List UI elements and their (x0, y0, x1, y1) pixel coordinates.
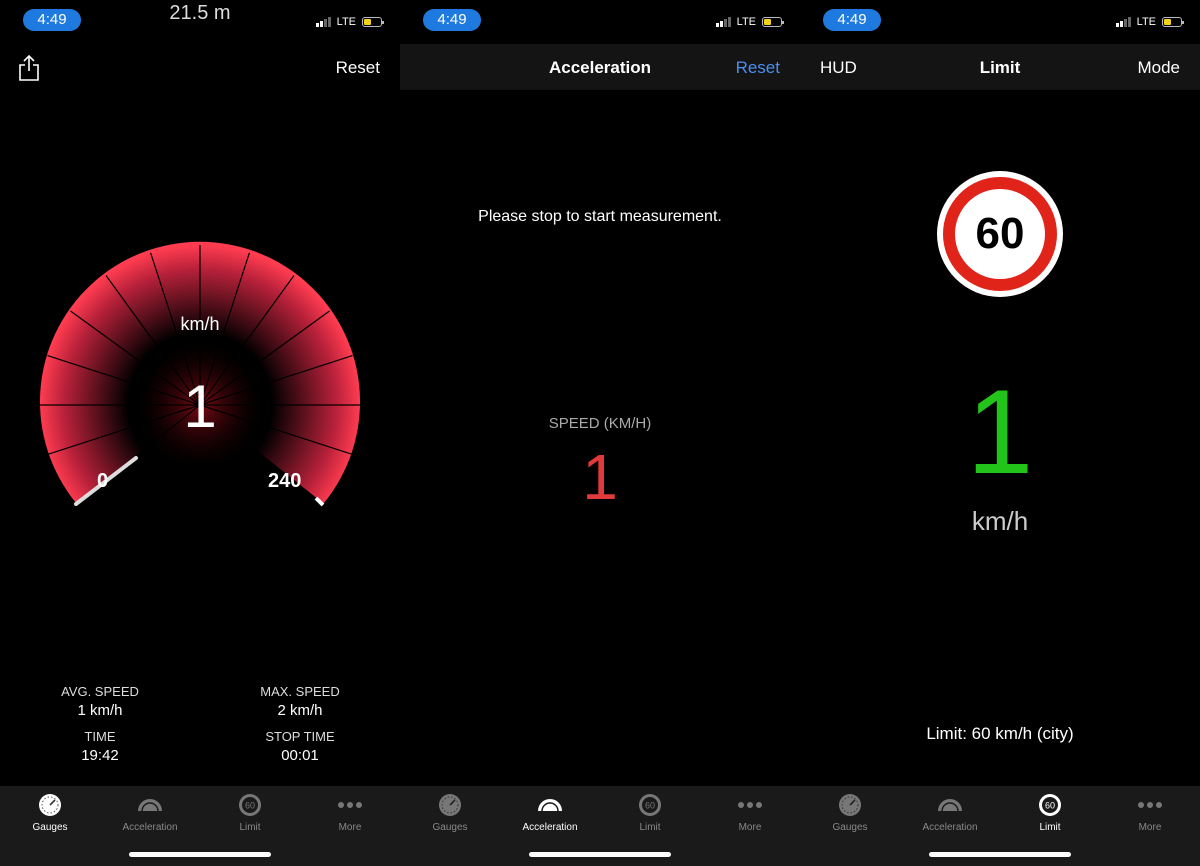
tab-acceleration[interactable]: Acceleration (100, 792, 200, 833)
svg-text:60: 60 (645, 801, 655, 811)
navbar: Reset (0, 44, 400, 90)
home-indicator[interactable] (529, 852, 671, 857)
tab-gauges[interactable]: Gauges (0, 792, 100, 833)
speedometer-icon (439, 794, 461, 816)
gauges-screen: 4:49 LTE 21.5 m Reset km/h 1 0 240 AVG. … (0, 0, 400, 866)
speedometer-icon (839, 794, 861, 816)
signal-icon (1115, 17, 1131, 27)
status-time[interactable]: 4:49 (423, 9, 481, 31)
share-icon[interactable] (18, 54, 40, 82)
time-stat: TIME 19:42 (81, 729, 119, 764)
network-label: LTE (736, 16, 756, 28)
network-label: LTE (1136, 16, 1156, 28)
distance-readout: 21.5 m (169, 2, 231, 24)
tab-gauges[interactable]: Gauges (400, 792, 500, 833)
current-speed: 1 (966, 365, 1034, 499)
tab-limit[interactable]: 60 Limit (1000, 792, 1100, 833)
speed-label: SPEED (KM/H) (548, 415, 652, 432)
avg-speed-stat: AVG. SPEED 1 km/h (61, 684, 139, 719)
speed-unit: km/h (971, 506, 1029, 536)
speed-limit-icon: 60 (1039, 794, 1061, 816)
acceleration-icon (938, 799, 962, 812)
tab-acceleration[interactable]: Acceleration (900, 792, 1000, 833)
reset-button[interactable]: Reset (336, 58, 380, 78)
mode-button[interactable]: Mode (1137, 58, 1180, 78)
home-indicator[interactable] (129, 852, 271, 857)
signal-icon (715, 17, 731, 27)
acceleration-screen: 4:49 LTE Acceleration Reset Please stop … (400, 0, 800, 866)
tab-acceleration[interactable]: Acceleration (500, 792, 600, 833)
status-bar: 4:49 LTE (800, 0, 1200, 44)
tab-limit[interactable]: 60 Limit (200, 792, 300, 833)
speedometer-icon (39, 794, 61, 816)
limit-description: Limit: 60 km/h (city) (926, 724, 1074, 743)
instruction-message: Please stop to start measurement. (478, 208, 722, 225)
svg-text:60: 60 (1045, 801, 1055, 811)
gauge-max-label: 240 (268, 470, 302, 492)
gauge-unit: km/h (180, 314, 220, 334)
speed-limit-value: 60 (943, 177, 1057, 291)
tab-more[interactable]: More (700, 792, 800, 833)
acceleration-icon (538, 799, 562, 812)
limit-screen: 4:49 LTE HUD Limit Mode 60 1 km/h Limit:… (800, 0, 1200, 866)
battery-icon (1162, 17, 1184, 27)
tab-more[interactable]: More (1100, 792, 1200, 833)
more-icon (738, 802, 762, 808)
tab-more[interactable]: More (300, 792, 400, 833)
max-speed-stat: MAX. SPEED 2 km/h (260, 684, 340, 719)
battery-icon (762, 17, 784, 27)
status-bar: 4:49 LTE (400, 0, 800, 44)
tab-gauges[interactable]: Gauges (800, 792, 900, 833)
speed-value: 1 (582, 441, 618, 513)
current-speed: 1 (183, 373, 217, 440)
svg-text:60: 60 (245, 801, 255, 811)
navbar: Acceleration Reset (400, 44, 800, 90)
speed-limit-sign[interactable]: 60 (937, 171, 1063, 297)
home-indicator[interactable] (929, 852, 1071, 857)
acceleration-icon (138, 799, 162, 812)
status-time[interactable]: 4:49 (823, 9, 881, 31)
tab-limit[interactable]: 60 Limit (600, 792, 700, 833)
speed-limit-icon: 60 (239, 794, 261, 816)
speed-limit-icon: 60 (639, 794, 661, 816)
more-icon (338, 802, 362, 808)
stop-time-stat: STOP TIME 00:01 (265, 729, 335, 764)
more-icon (1138, 802, 1162, 808)
reset-button[interactable]: Reset (736, 58, 780, 78)
navbar: HUD Limit Mode (800, 44, 1200, 90)
gauge-min-label: 0 (97, 470, 109, 492)
